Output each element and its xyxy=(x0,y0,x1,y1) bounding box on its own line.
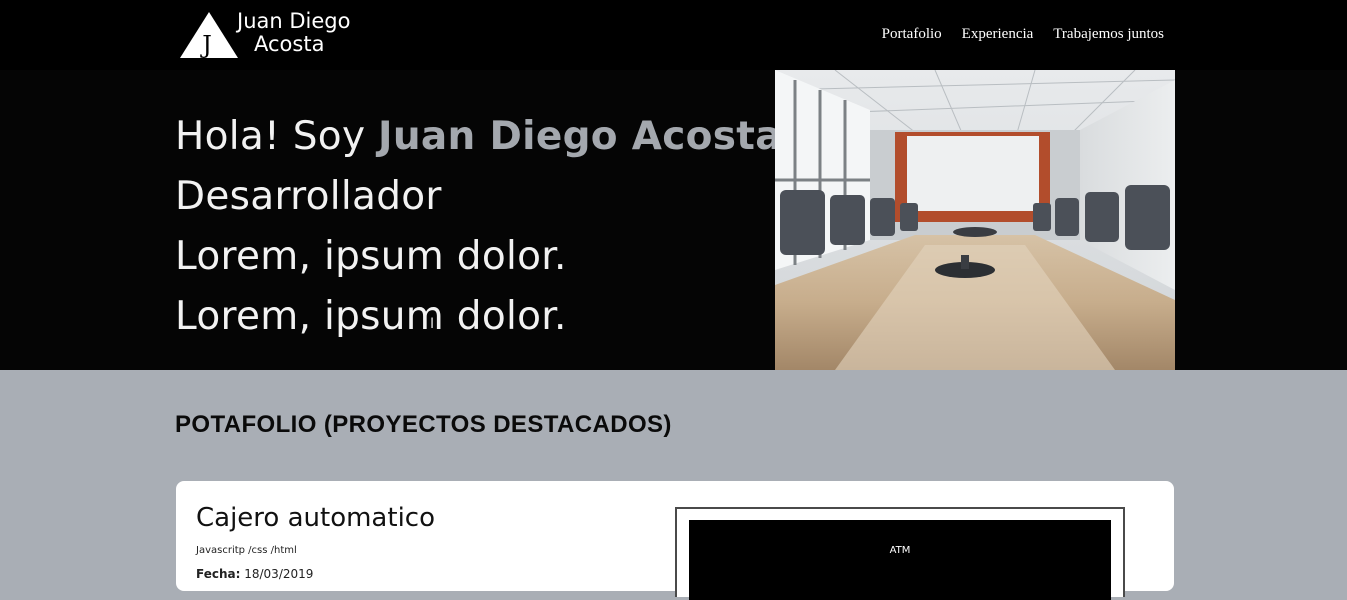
portfolio-section-title: POTAFOLIO (PROYECTOS DESTACADOS) xyxy=(175,411,672,438)
site-header: J Juan Diego Acosta Portafolio Experienc… xyxy=(0,0,1347,70)
logo[interactable]: J Juan Diego Acosta xyxy=(180,10,370,60)
project-preview[interactable]: ATM xyxy=(675,507,1125,600)
hero-tagline-2: Lorem, ipsum dolor. xyxy=(175,294,567,339)
main-nav: Portafolio Experiencia Trabajemos juntos xyxy=(882,26,1164,43)
logo-line-1: Juan Diego xyxy=(237,9,351,33)
project-preview-screen: ATM xyxy=(689,520,1111,600)
project-tech: Javascritp /css /html xyxy=(196,545,297,556)
project-title: Cajero automatico xyxy=(196,503,435,533)
hero-role: Desarrollador xyxy=(175,174,442,219)
nav-link-trabajemos-juntos[interactable]: Trabajemos juntos xyxy=(1053,26,1164,43)
hero-section: Hola! Soy Juan Diego Acosta Desarrollado… xyxy=(0,70,1347,370)
project-date: Fecha: 18/03/2019 xyxy=(196,567,313,581)
nav-link-portafolio[interactable]: Portafolio xyxy=(882,26,942,43)
project-preview-text: ATM xyxy=(889,545,911,556)
hero-greeting: Hola! Soy xyxy=(175,114,379,159)
logo-triangle-icon: J xyxy=(180,12,238,58)
logo-line-2: Acosta xyxy=(254,32,325,56)
logo-text: Juan Diego Acosta xyxy=(237,10,350,56)
hero-tagline-1: Lorem, ipsum dolor. xyxy=(175,234,567,279)
hero-greeting-line: Hola! Soy Juan Diego Acosta xyxy=(175,107,782,167)
project-card[interactable]: Cajero automatico Javascritp /css /html … xyxy=(176,481,1174,600)
conference-room-photo xyxy=(775,70,1175,370)
hero-name: Juan Diego Acosta xyxy=(378,114,782,159)
nav-link-experiencia[interactable]: Experiencia xyxy=(962,26,1034,43)
text-cursor-icon: I xyxy=(430,316,435,332)
project-date-value: 18/03/2019 xyxy=(244,567,314,581)
project-date-label: Fecha: xyxy=(196,567,241,581)
hero-text: Hola! Soy Juan Diego Acosta Desarrollado… xyxy=(175,107,782,347)
